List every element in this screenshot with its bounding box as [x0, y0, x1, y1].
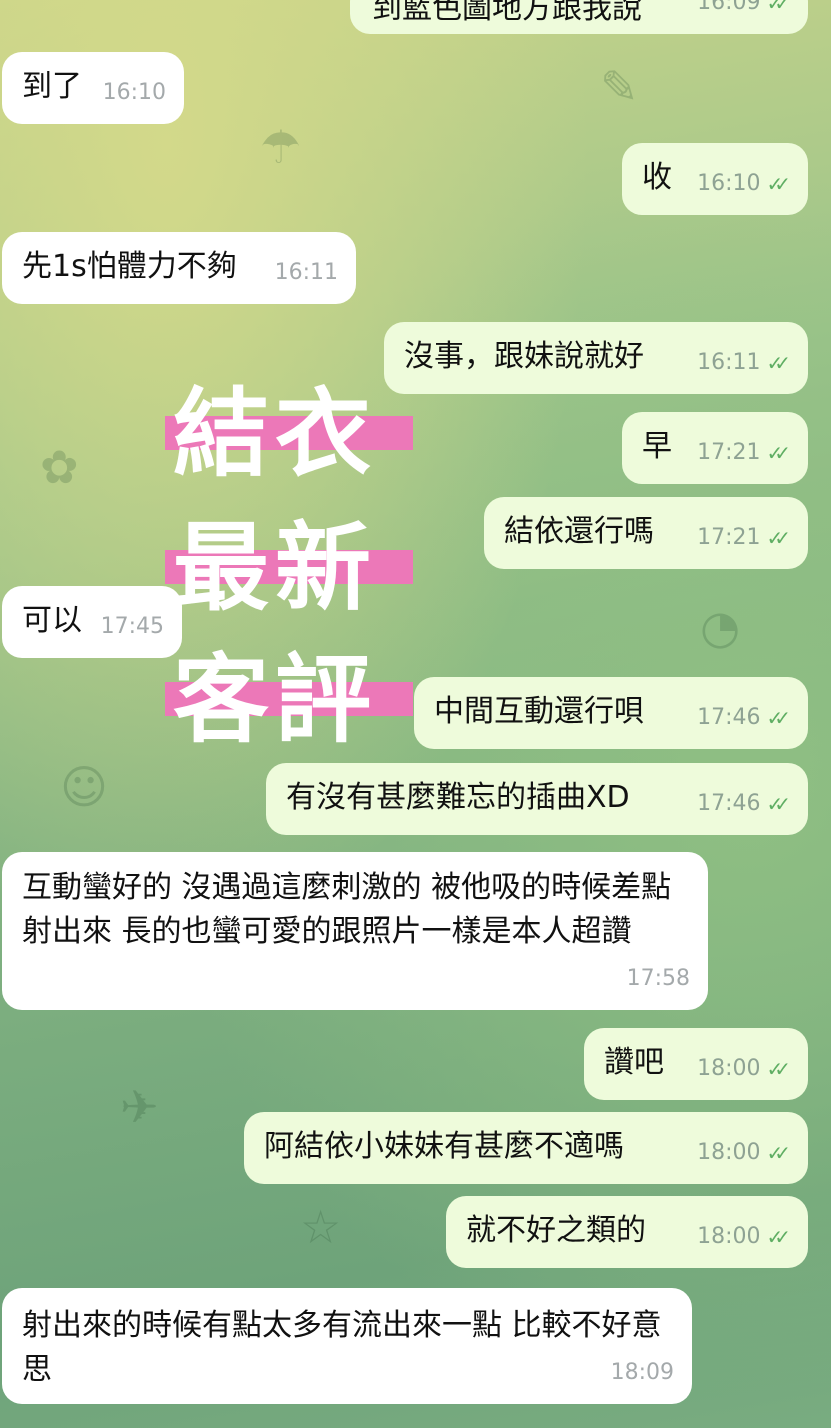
message-time: 16:11	[697, 350, 761, 375]
message-bubble-outgoing[interactable]: 讚吧 18:00 ✓✓	[584, 1028, 808, 1100]
overlay-word: 最新	[173, 512, 377, 624]
overlay-title-line: 客評	[165, 628, 413, 756]
message-time: 16:10	[102, 80, 166, 105]
double-check-icon: ✓✓	[766, 351, 790, 375]
double-check-icon: ✓✓	[766, 706, 790, 730]
message-bubble-outgoing[interactable]: 沒事，跟妹說就好 16:11 ✓✓	[384, 322, 808, 394]
double-check-icon: ✓✓	[766, 0, 790, 15]
message-bubble-incoming[interactable]: 先1s怕體力不夠 16:11	[2, 232, 356, 304]
message-bubble-incoming[interactable]: 射出來的時候有點太多有流出來一點 比較不好意思 18:09	[2, 1288, 692, 1404]
wallpaper-doodle-icon: ✿	[40, 440, 79, 494]
message-time: 16:09	[697, 0, 761, 15]
message-time: 17:58	[626, 966, 690, 991]
message-bubble-outgoing[interactable]: 結依還行嗎 17:21 ✓✓	[484, 497, 808, 569]
message-text: 射出來的時候有點太多有流出來一點 比較不好意思	[22, 1308, 662, 1387]
message-time: 17:21	[697, 440, 761, 465]
message-bubble-outgoing[interactable]: 早 17:21 ✓✓	[622, 412, 808, 484]
message-text: 可以	[22, 603, 82, 638]
message-time: 17:45	[100, 614, 164, 639]
wallpaper-doodle-icon: ☆	[300, 1200, 342, 1254]
message-time: 16:10	[697, 171, 761, 196]
message-bubble-incoming[interactable]: 到了 16:10	[2, 52, 184, 124]
message-text: 到藍色圖地方跟我說	[372, 0, 642, 26]
double-check-icon: ✓✓	[766, 792, 790, 816]
message-time: 18:00	[697, 1140, 761, 1165]
message-bubble-outgoing[interactable]: 就不好之類的 18:00 ✓✓	[446, 1196, 808, 1268]
message-bubble-outgoing[interactable]: 有沒有甚麼難忘的插曲XD 17:46 ✓✓	[266, 763, 808, 835]
overlay-title-line: 最新	[165, 496, 413, 624]
double-check-icon: ✓✓	[766, 1225, 790, 1249]
wallpaper-doodle-icon: ☂	[260, 120, 302, 174]
message-time: 17:46	[697, 791, 761, 816]
message-time: 18:09	[610, 1360, 674, 1385]
overlay-word: 結衣	[173, 378, 377, 490]
message-time: 18:00	[697, 1224, 761, 1249]
message-bubble-outgoing[interactable]: 中間互動還行唄 17:46 ✓✓	[414, 677, 808, 749]
message-text: 互動蠻好的 沒遇過這麼刺激的 被他吸的時候差點射出來 長的也蠻可愛的跟照片一樣是…	[22, 870, 672, 949]
wallpaper-doodle-icon: ✈	[120, 1080, 159, 1134]
message-bubble-incoming[interactable]: 可以 17:45	[2, 586, 182, 658]
message-text: 收	[642, 160, 672, 195]
message-time: 17:46	[697, 705, 761, 730]
wallpaper-doodle-icon: ✎	[600, 60, 639, 114]
message-text: 早	[642, 429, 672, 464]
wallpaper-doodle-icon: ☺	[60, 760, 108, 814]
message-text: 就不好之類的	[466, 1213, 646, 1248]
message-text: 中間互動還行唄	[434, 694, 644, 729]
message-text: 先1s怕體力不夠	[22, 249, 237, 284]
double-check-icon: ✓✓	[766, 526, 790, 550]
message-text: 到了	[22, 69, 82, 104]
message-bubble-outgoing[interactable]: 到藍色圖地方跟我說 16:09 ✓✓	[350, 0, 808, 34]
message-time: 17:21	[697, 525, 761, 550]
double-check-icon: ✓✓	[766, 1057, 790, 1081]
message-text: 讚吧	[604, 1045, 664, 1080]
double-check-icon: ✓✓	[766, 1141, 790, 1165]
double-check-icon: ✓✓	[766, 441, 790, 465]
message-bubble-outgoing[interactable]: 阿結依小妹妹有甚麼不適嗎 18:00 ✓✓	[244, 1112, 808, 1184]
message-bubble-incoming[interactable]: 互動蠻好的 沒遇過這麼刺激的 被他吸的時候差點射出來 長的也蠻可愛的跟照片一樣是…	[2, 852, 708, 1010]
message-time: 16:11	[274, 260, 338, 285]
wallpaper-doodle-icon: ◔	[700, 600, 741, 654]
message-text: 有沒有甚麼難忘的插曲XD	[286, 780, 630, 815]
message-text: 阿結依小妹妹有甚麼不適嗎	[264, 1129, 624, 1164]
message-bubble-outgoing[interactable]: 收 16:10 ✓✓	[622, 143, 808, 215]
message-text: 結依還行嗎	[504, 514, 654, 549]
double-check-icon: ✓✓	[766, 172, 790, 196]
message-text: 沒事，跟妹說就好	[404, 339, 644, 374]
message-time: 18:00	[697, 1056, 761, 1081]
overlay-word: 客評	[173, 644, 377, 756]
overlay-title-line: 結衣	[165, 362, 413, 490]
